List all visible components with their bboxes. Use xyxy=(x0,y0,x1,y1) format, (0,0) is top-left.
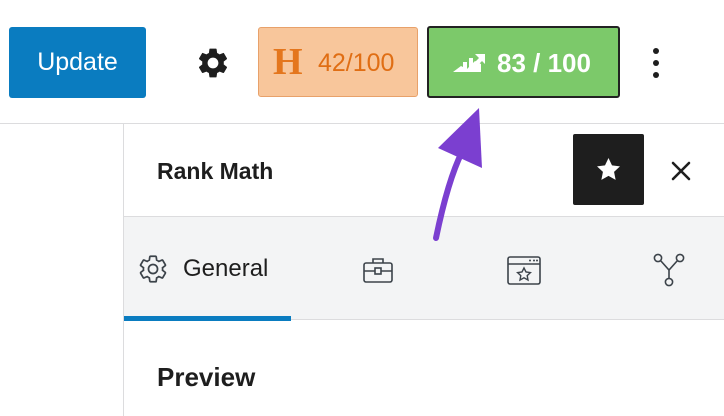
gear-icon xyxy=(139,255,167,283)
sidebar-tabs: General xyxy=(124,217,724,321)
rank-math-sidebar: Rank Math General Preview xyxy=(123,124,724,416)
close-icon[interactable] xyxy=(668,158,694,184)
tab-general[interactable]: General xyxy=(124,217,291,321)
social-share-icon xyxy=(653,253,685,287)
headline-score-button[interactable]: H 42/100 xyxy=(258,27,418,97)
editor-toolbar: Update H 42/100 83 / 100 xyxy=(0,0,724,124)
headline-score-value: 42/100 xyxy=(318,49,395,77)
preview-heading: Preview xyxy=(157,362,256,392)
tab-schema[interactable] xyxy=(489,217,559,319)
active-tab-indicator xyxy=(124,316,291,321)
settings-gear-icon[interactable] xyxy=(195,45,231,81)
update-button[interactable]: Update xyxy=(9,27,146,98)
sidebar-title: Rank Math xyxy=(157,158,274,184)
headline-h-icon: H xyxy=(273,41,303,83)
pin-star-button[interactable] xyxy=(573,134,644,205)
sidebar-header: Rank Math xyxy=(124,124,724,217)
more-options-icon[interactable] xyxy=(645,45,667,81)
tab-general-label: General xyxy=(183,255,269,282)
schema-icon xyxy=(507,256,541,285)
tab-social[interactable] xyxy=(639,217,709,319)
tab-advanced[interactable] xyxy=(346,217,416,319)
rank-math-chart-icon xyxy=(453,54,485,72)
toolbox-icon xyxy=(363,258,393,283)
rank-math-seo-score-button[interactable]: 83 / 100 xyxy=(427,26,620,98)
star-icon xyxy=(597,158,620,180)
seo-score-value: 83 / 100 xyxy=(497,48,591,78)
